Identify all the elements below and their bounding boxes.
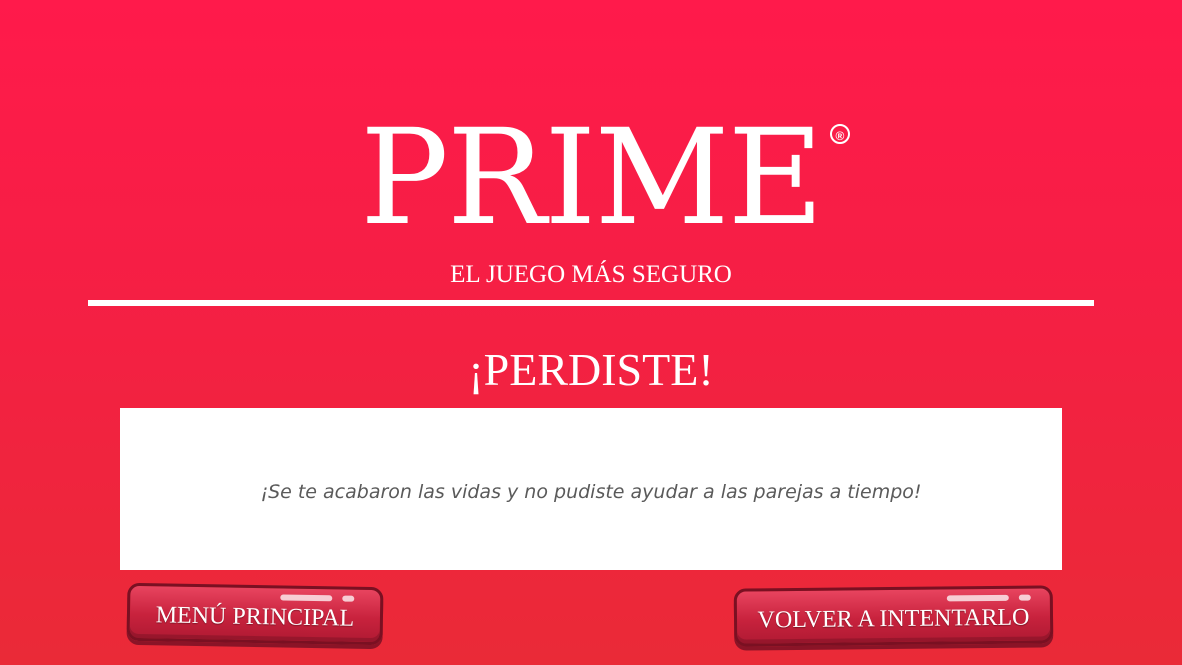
divider [88,300,1094,306]
retry-button-label: VOLVER A INTENTARLO [757,604,1030,634]
retry-button[interactable]: VOLVER A INTENTARLO [733,585,1054,647]
logo-text: PRIME [360,101,824,255]
registered-icon: ® [829,124,850,144]
message-panel: ¡Se te acabaron las vidas y no pudiste a… [120,408,1062,570]
game-over-screen: PRIME ® EL JUEGO MÁS SEGURO ¡PERDISTE! ¡… [0,0,1182,665]
result-title: ¡PERDISTE! [468,344,714,395]
tagline: EL JUEGO MÁS SEGURO [450,261,732,288]
main-menu-button-label: MENÚ PRINCIPAL [155,602,355,632]
main-menu-button[interactable]: MENÚ PRINCIPAL [126,582,384,646]
brand-header: PRIME ® [0,108,1182,248]
message-text: ¡Se te acabaron las vidas y no pudiste a… [260,481,922,503]
logo: PRIME ® [360,101,850,255]
